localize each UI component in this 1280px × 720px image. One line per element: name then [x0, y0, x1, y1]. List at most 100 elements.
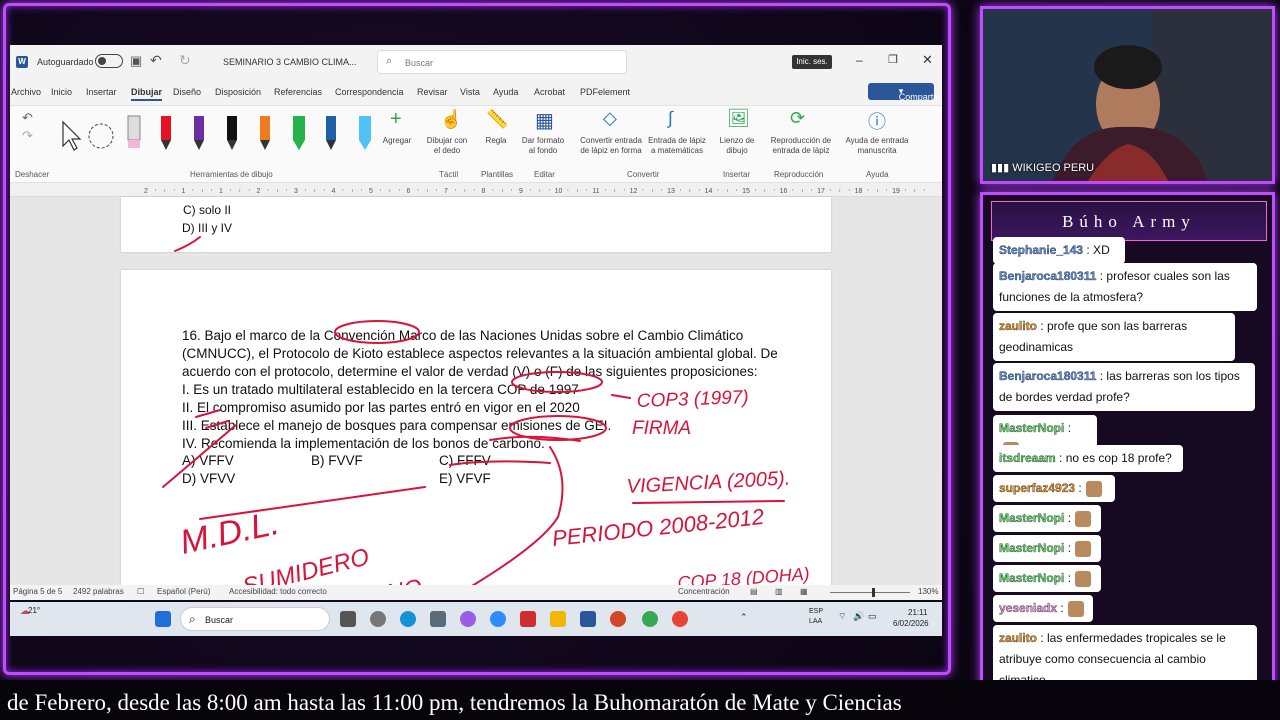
chrome-icon[interactable]	[642, 611, 658, 627]
search-icon: ⌕	[386, 55, 393, 67]
ink-help-icon[interactable]: ⓘ	[868, 108, 886, 134]
chat-username[interactable]: itsdreaam	[999, 451, 1056, 465]
tab-insertar[interactable]: Insertar	[86, 87, 117, 97]
view-print-icon[interactable]: ▥	[775, 587, 783, 596]
copilot-icon[interactable]	[460, 611, 476, 627]
view-web-icon[interactable]: ▦	[800, 587, 808, 596]
tab-archivo[interactable]: Archivo	[11, 87, 41, 97]
replay-icon[interactable]: ⟳	[790, 108, 805, 129]
chat-username[interactable]: Stephanie_143	[999, 243, 1083, 257]
format-background-icon[interactable]: ▦	[535, 108, 554, 133]
start-button[interactable]	[155, 611, 171, 627]
language-indicator[interactable]: ESP	[809, 608, 823, 615]
powerpoint-icon[interactable]	[610, 611, 626, 627]
chatgpt-icon[interactable]	[370, 611, 386, 627]
share-button[interactable]: Compartir ▾	[868, 83, 938, 102]
tab-ayuda[interactable]: Ayuda	[493, 87, 518, 97]
chat-username[interactable]: MasterNopi	[999, 541, 1065, 555]
ink-mdl-text: M.D.L.	[177, 504, 283, 562]
restore-icon[interactable]: ❐	[888, 53, 898, 66]
draw-finger-icon[interactable]: ☝	[440, 109, 462, 130]
chat-title: Búho Army	[991, 201, 1267, 241]
tray-chevron-icon[interactable]: ⌃	[740, 612, 748, 623]
chat-username[interactable]: superfaz4923	[999, 481, 1075, 495]
task-view-icon[interactable]	[340, 611, 356, 627]
tab-inicio[interactable]: Inicio	[51, 87, 72, 97]
tab-referencias[interactable]: Referencias	[274, 87, 322, 97]
ink-stroke-prev	[174, 236, 201, 252]
chat-text: : no es cop 18 profe?	[1059, 451, 1172, 465]
chat-username[interactable]: zaulito	[999, 631, 1037, 645]
redo-icon[interactable]: ↻	[179, 52, 191, 69]
chat-message: Benjaroca180311 : las barreras son los t…	[993, 363, 1255, 411]
battery-icon[interactable]: ▭	[868, 611, 877, 622]
taskbar-search-icon: ⌕	[189, 612, 196, 626]
ruler-number: 5	[369, 188, 373, 195]
horizontal-ruler[interactable]: 2 1 1 2 3 4 5 6 7 8 9 10 11 12 13 14 15 16 17 18 19	[10, 183, 942, 197]
taskbar-search[interactable]: ⌕ Buscar	[180, 607, 330, 631]
wifi-icon[interactable]: ⌔	[838, 611, 846, 622]
weather-temp[interactable]: 21°	[28, 606, 40, 615]
tab-dibujar[interactable]: Dibujar	[131, 87, 163, 101]
pen-tools[interactable]	[55, 112, 385, 156]
canvas-icon[interactable]: 🖼	[727, 108, 750, 129]
chat-username[interactable]: yeseniadx	[999, 601, 1057, 615]
replay-group-label: Reproducción	[774, 170, 824, 179]
redo-ribbon-icon[interactable]: ↷	[22, 128, 33, 144]
ribbon-tabs: Archivo Inicio Insertar Dibujar Diseño D…	[10, 81, 942, 103]
page-count[interactable]: Página 5 de 5	[13, 587, 62, 596]
chat-username[interactable]: Benjaroca180311	[999, 269, 1097, 283]
calculator-icon[interactable]	[430, 611, 446, 627]
clock-date[interactable]: 6/02/2026	[893, 619, 929, 628]
ruler-icon[interactable]: 📏	[486, 109, 508, 130]
webcam-label-text: WIKIGEO PERU	[1012, 162, 1095, 174]
ruler-number: 9	[519, 188, 523, 195]
doc-title[interactable]: SEMINARIO 3 CAMBIO CLIMA...	[223, 57, 357, 67]
ink-math-icon[interactable]: ∫	[668, 108, 673, 129]
document-canvas[interactable]: C) solo II D) III y IV 16. Bajo el marco…	[10, 197, 942, 590]
file-explorer-icon[interactable]	[550, 611, 566, 627]
search-box[interactable]: ⌕ Buscar	[377, 50, 627, 74]
proofing-icon[interactable]: ☐	[137, 587, 144, 596]
edit-group-label: Editar	[534, 170, 555, 179]
tab-disposicion[interactable]: Disposición	[215, 87, 261, 97]
undo-icon[interactable]: ↶	[150, 52, 162, 69]
tab-correspondencia[interactable]: Correspondencia	[335, 87, 404, 97]
undo-ribbon-icon[interactable]: ↶	[22, 110, 33, 126]
zoom-slider[interactable]	[830, 588, 910, 597]
chat-username[interactable]: zaulito	[999, 319, 1037, 333]
accessibility-status[interactable]: Accesibilidad: todo correcto	[229, 587, 327, 596]
ruler-number: 3	[294, 188, 298, 195]
edge-icon[interactable]	[400, 611, 416, 627]
language-status[interactable]: Español (Perú)	[157, 587, 210, 596]
chat-username[interactable]: MasterNopi	[999, 421, 1065, 435]
focus-mode[interactable]: Concentración	[678, 587, 730, 596]
tab-pdfelement[interactable]: PDFelement	[580, 87, 630, 97]
tab-revisar[interactable]: Revisar	[417, 87, 448, 97]
close-icon[interactable]: ✕	[922, 52, 933, 68]
zoom-app-icon[interactable]	[490, 611, 506, 627]
word-taskbar-icon[interactable]	[580, 611, 596, 627]
ruler-number: 19	[892, 188, 900, 195]
chat-username[interactable]: MasterNopi	[999, 511, 1065, 525]
chat-username[interactable]: MasterNopi	[999, 571, 1065, 585]
acrobat-icon[interactable]	[520, 611, 536, 627]
minimize-icon[interactable]: –	[856, 53, 863, 67]
view-read-icon[interactable]: ▤	[750, 587, 758, 596]
tab-acrobat[interactable]: Acrobat	[534, 87, 565, 97]
chat-username[interactable]: Benjaroca180311	[999, 369, 1097, 383]
autosave-toggle[interactable]	[95, 54, 123, 68]
volume-icon[interactable]: 🔊	[853, 611, 864, 622]
sign-in-button[interactable]: Inic. ses.	[792, 55, 832, 69]
chrome-profile-icon[interactable]	[672, 611, 688, 627]
ink-to-shape-icon[interactable]: ◇	[603, 108, 617, 129]
clock-time[interactable]: 21:11	[908, 608, 927, 617]
word-count[interactable]: 2492 palabras	[73, 587, 124, 596]
tab-vista[interactable]: Vista	[460, 87, 480, 97]
tab-diseno[interactable]: Diseño	[173, 87, 201, 97]
stream-canvas: W Autoguardado ▣ ↶ ↻ SEMINARIO 3 CAMBIO …	[0, 0, 1280, 720]
save-icon[interactable]: ▣	[130, 53, 142, 69]
add-pen-icon[interactable]: +	[390, 108, 402, 131]
ruler-number: 2	[257, 188, 261, 195]
zoom-level[interactable]: 130%	[918, 587, 938, 596]
